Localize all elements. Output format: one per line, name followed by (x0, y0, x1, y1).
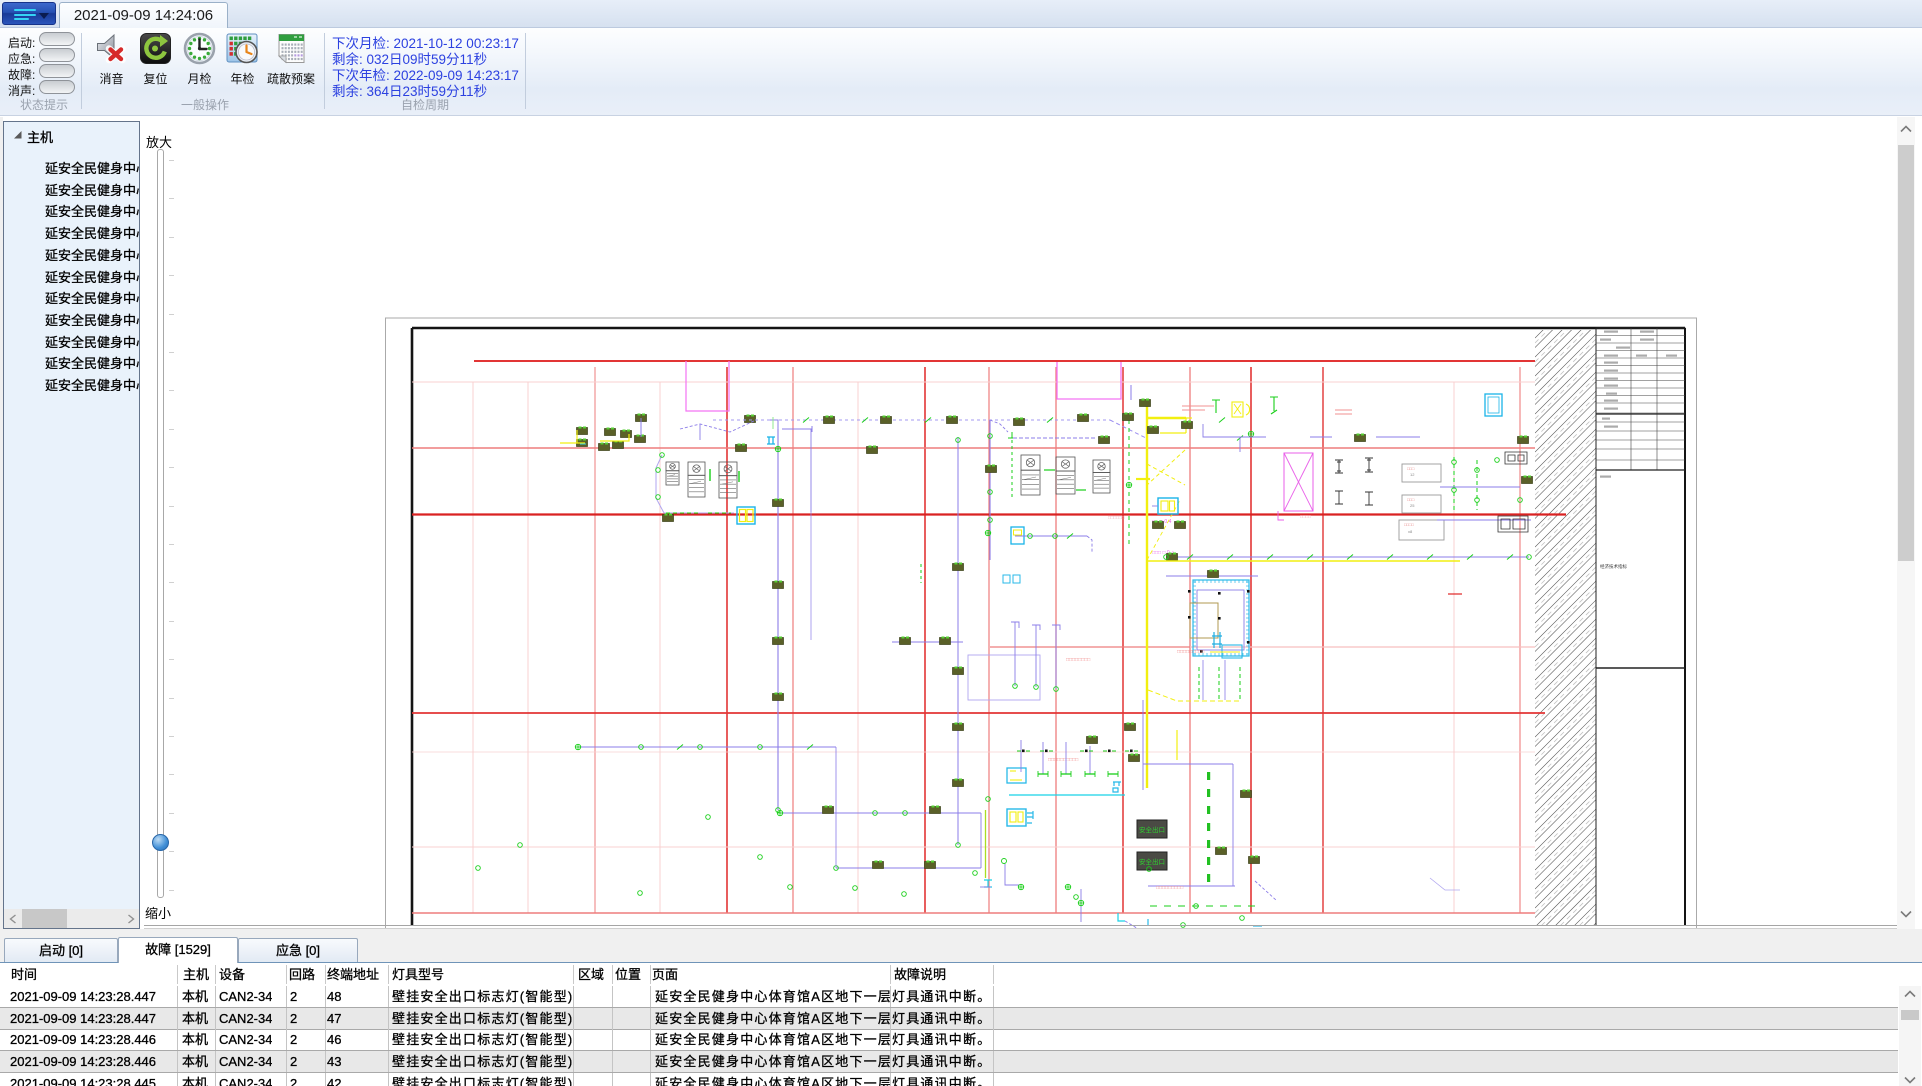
svg-text:安全出口: 安全出口 (1139, 857, 1165, 866)
svg-text:□□□□: □□□□ (1300, 514, 1311, 519)
svg-text:25: 25 (1410, 503, 1415, 508)
svg-text:安全出口: 安全出口 (1139, 825, 1165, 834)
svg-text:经济技术指标: 经济技术指标 (1600, 563, 1627, 570)
svg-text:12: 12 (1410, 472, 1415, 477)
svg-text:□□□□□□□□□: □□□□□□□□□ (1156, 885, 1183, 891)
svg-text:□□□□□□□□: □□□□□□□□ (1066, 657, 1090, 663)
svg-text:□□□□□□□□□□: □□□□□□□□□□ (1048, 757, 1078, 763)
svg-text:□□□□□□□□□: □□□□□□□□□ (1177, 649, 1204, 655)
svg-text:□□□□□□: □□□□□□ (1108, 515, 1125, 520)
svg-text:□□□: □□□ (1407, 466, 1415, 471)
svg-text:□□□: □□□ (1407, 497, 1415, 502)
svg-text:□□□□: □□□□ (1404, 522, 1414, 527)
